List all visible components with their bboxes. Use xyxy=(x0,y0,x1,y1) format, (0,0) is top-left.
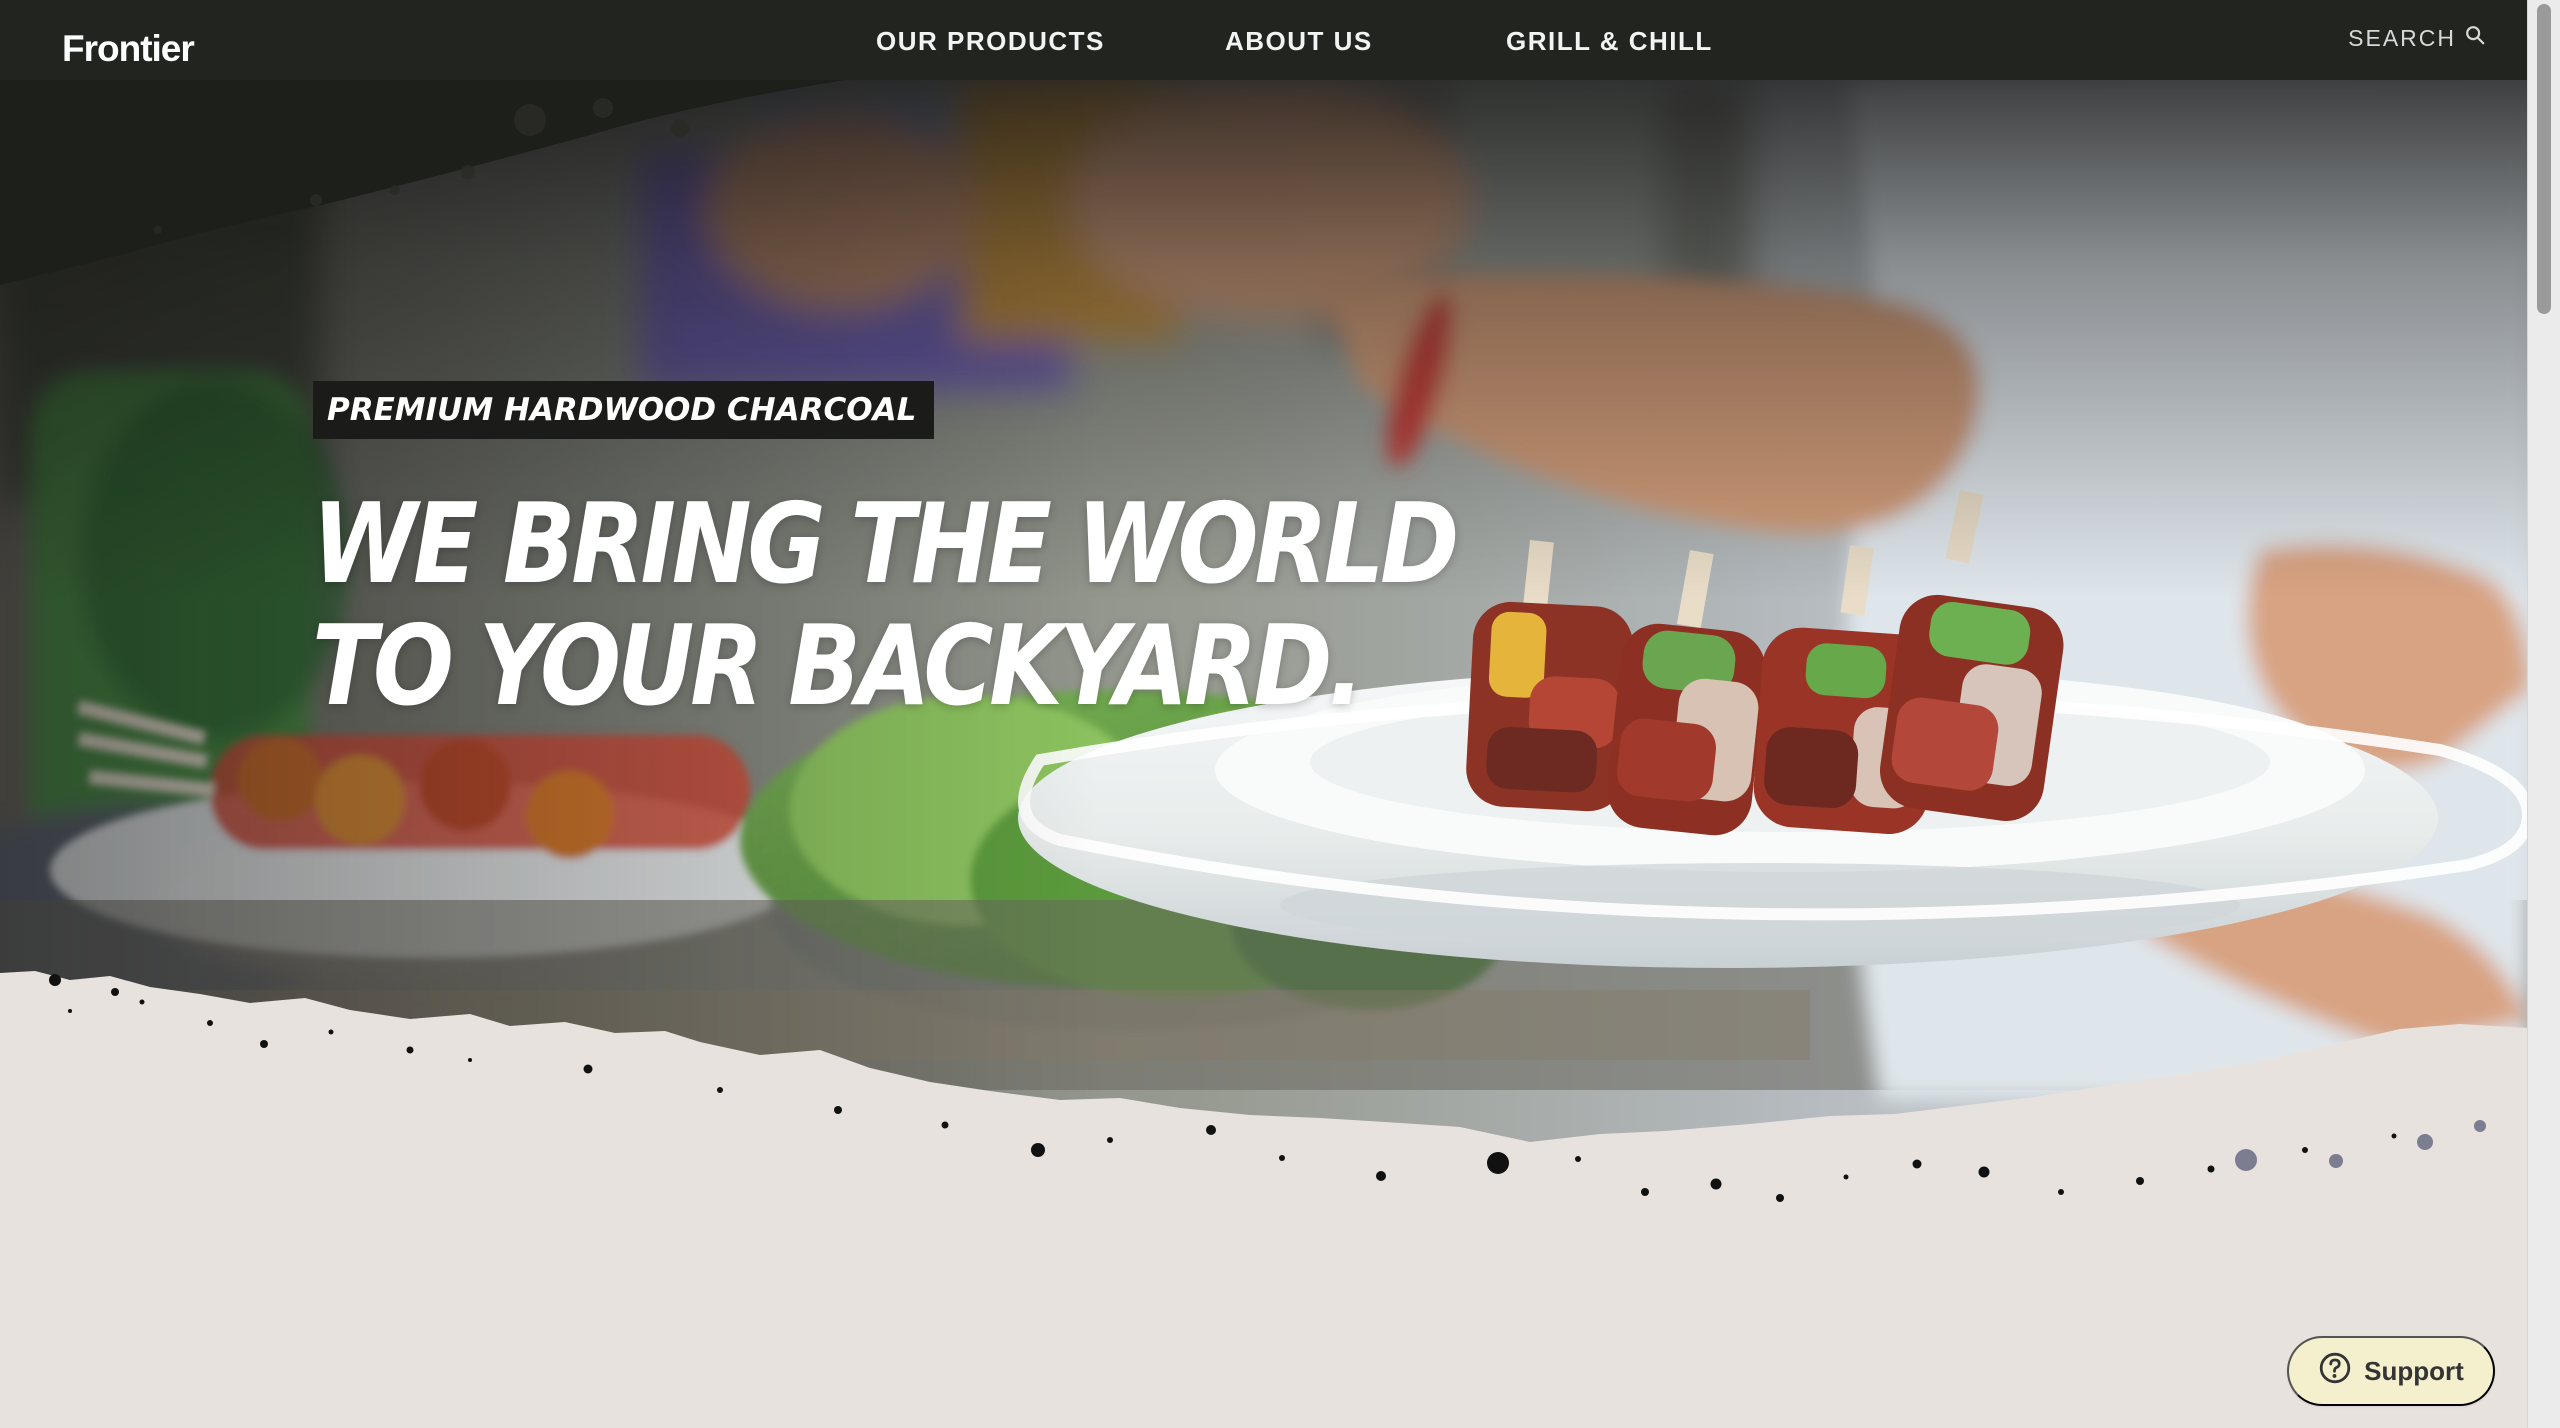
hero-tag: PREMIUM HARDWOOD CHARCOAL xyxy=(313,381,935,439)
vertical-scrollbar[interactable] xyxy=(2527,0,2560,1428)
search-button[interactable]: SEARCH xyxy=(2348,24,2486,52)
top-navigation-bar: Frontier OUR PRODUCTS ABOUT US GRILL & C… xyxy=(0,0,2528,80)
hero-section: PREMIUM HARDWOOD CHARCOAL WE BRING THE W… xyxy=(0,80,2528,1428)
help-circle-icon xyxy=(2318,1351,2352,1392)
search-label: SEARCH xyxy=(2348,24,2456,51)
nav-item-grill-and-chill[interactable]: GRILL & CHILL xyxy=(1506,26,1713,57)
hero-photo xyxy=(0,80,2528,1428)
nav-item-our-products[interactable]: OUR PRODUCTS xyxy=(876,26,1105,57)
headline-line-2: TO YOUR BACKYARD. xyxy=(312,602,1364,731)
scrollbar-thumb[interactable] xyxy=(2537,4,2551,314)
hero-headline: WE BRING THE WORLD TO YOUR BACKYARD. xyxy=(312,480,1459,731)
frontier-logo[interactable]: Frontier xyxy=(62,28,195,70)
support-button[interactable]: Support xyxy=(2287,1336,2495,1406)
headline-line-1: WE BRING THE WORLD xyxy=(312,480,1459,609)
search-icon xyxy=(2464,24,2486,52)
nav-item-about-us[interactable]: ABOUT US xyxy=(1225,26,1373,57)
support-label: Support xyxy=(2364,1355,2464,1386)
